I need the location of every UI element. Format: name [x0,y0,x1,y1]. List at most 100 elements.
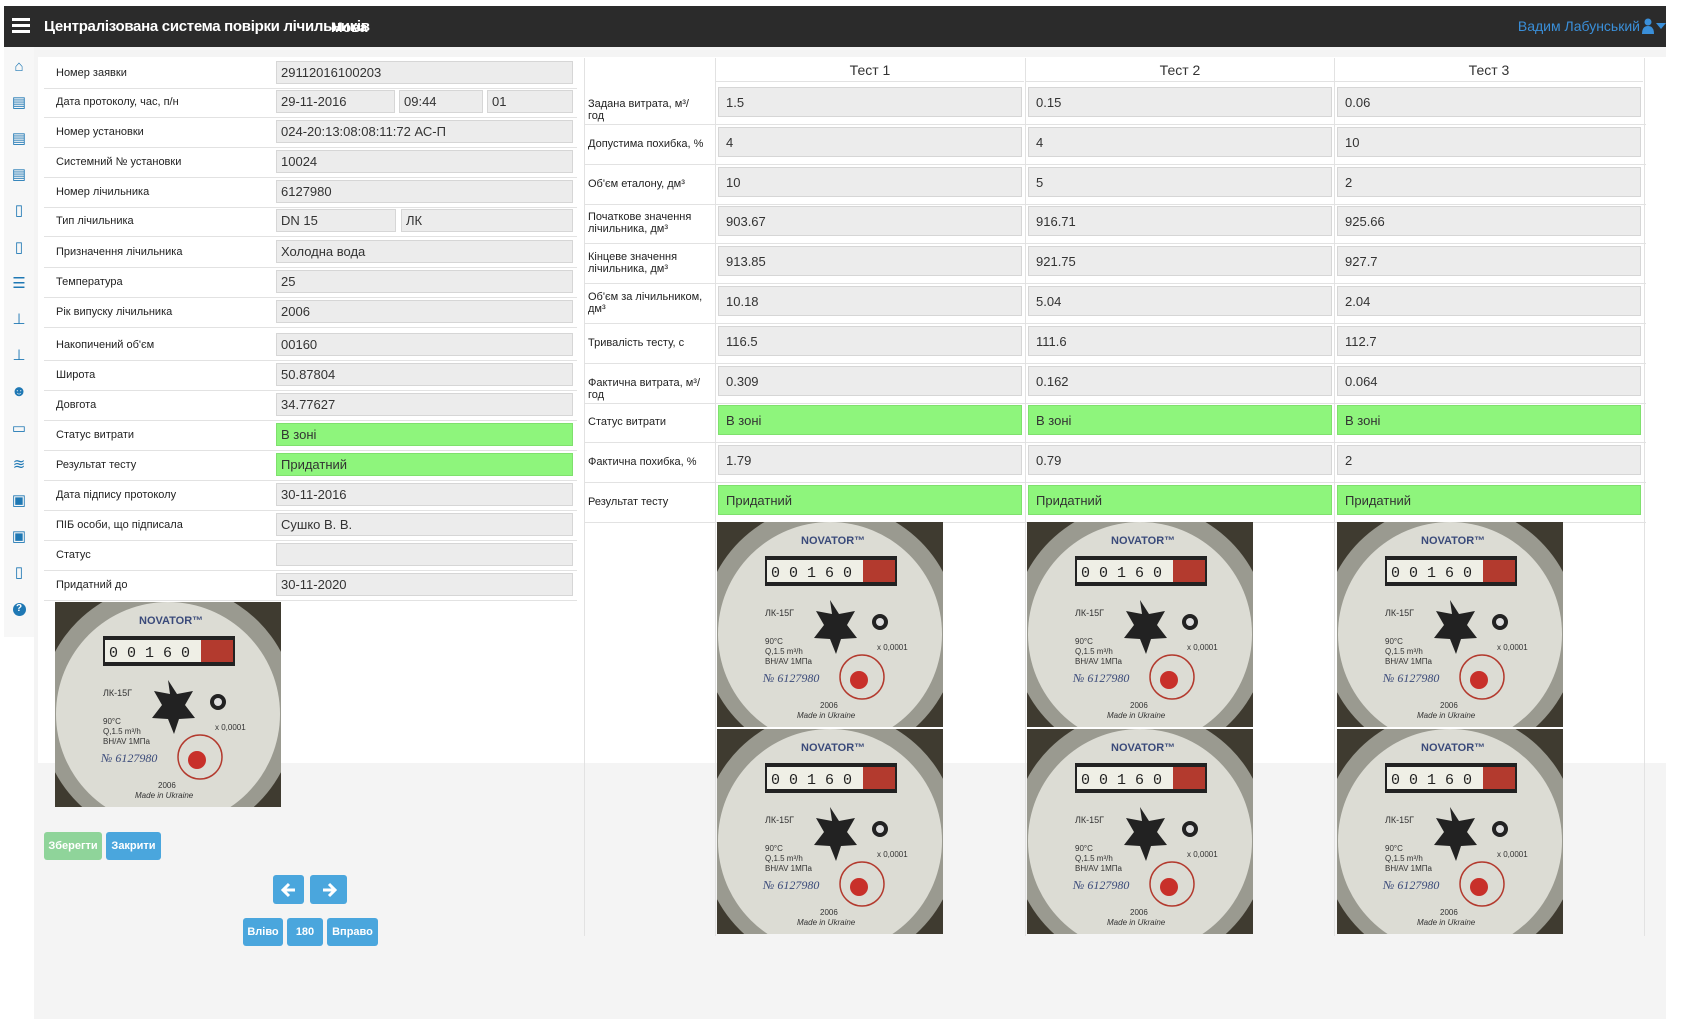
test-value-field[interactable]: 925.66 [1337,206,1641,237]
sidebar-item-3[interactable]: ▤ [4,121,34,155]
test-meter-photo[interactable]: NOVATOR™ 0 0 1 6 0 ЛК-15Г 90°C Q,1.5 m³/… [717,729,943,934]
test-meter-photo[interactable]: NOVATOR™ 0 0 1 6 0 ЛК-15Г 90°C Q,1.5 m³/… [717,522,943,727]
test-value-field[interactable]: 112.7 [1337,325,1641,356]
prev-photo-button[interactable] [273,875,304,904]
test-value-field[interactable]: 0.064 [1337,365,1641,396]
form-field[interactable]: Сушко В. В. [276,513,573,536]
form-field[interactable]: ЛК [401,209,573,232]
test-value-field[interactable]: 10 [718,166,1022,197]
test-value-field[interactable]: 921.75 [1028,246,1332,277]
form-row: Результат тесту Придатний [44,451,577,481]
sidebar-item-9[interactable]: ⊥ [4,339,34,373]
form-field[interactable]: 01 [487,90,573,113]
form-field[interactable]: DN 15 [276,209,396,232]
sidebar-item-16[interactable]: ? [4,592,34,626]
form-field[interactable]: 00160 [276,333,573,356]
test-value-field[interactable]: 2.04 [1337,286,1641,316]
test-value-field[interactable]: 4 [718,126,1022,157]
form-field[interactable]: 10024 [276,150,573,173]
sidebar-item-14[interactable]: ▣ [4,520,34,554]
test-value-field[interactable]: 927.7 [1337,246,1641,277]
form-field[interactable] [276,543,573,566]
form-field[interactable]: 34.77627 [276,393,573,416]
test-value-field[interactable]: 0.162 [1028,365,1332,396]
test-row: Допустима похибка, % 4 4 10 [584,124,1646,165]
form-field[interactable]: 09:44 [399,90,483,113]
sidebar-item-6[interactable]: ▯ [4,230,34,264]
form-field[interactable]: 30-11-2020 [276,573,573,596]
rotate-left-button[interactable]: Вліво [243,918,283,946]
menu-toggle-icon[interactable] [12,15,30,37]
test-meter-photo[interactable]: NOVATOR™ 0 0 1 6 0 ЛК-15Г 90°C Q,1.5 m³/… [1027,729,1253,934]
test-meter-photo[interactable]: NOVATOR™ 0 0 1 6 0 ЛК-15Г 90°C Q,1.5 m³/… [1337,522,1563,727]
next-photo-button[interactable] [310,875,347,904]
sidebar-item-2[interactable]: ▤ [4,85,34,119]
close-button[interactable]: Закрити [106,832,161,860]
test-meter-photo[interactable]: NOVATOR™ 0 0 1 6 0 ЛК-15Г 90°C Q,1.5 m³/… [1337,729,1563,934]
test-value-field[interactable]: 0.309 [718,365,1022,396]
form-field[interactable]: 25 [276,270,573,293]
test-value-field[interactable]: 5.04 [1028,286,1332,316]
form-field[interactable]: 29112016100203 [276,61,573,84]
user-icon[interactable] [1642,18,1654,34]
test-value-field[interactable]: 903.67 [718,206,1022,237]
sidebar-item-8[interactable]: ⊥ [4,302,34,336]
sidebar-item-1[interactable]: ⌂ [4,49,34,83]
app-title[interactable]: Централізована система повірки лічильник… [44,18,370,35]
test-value-field[interactable]: В зоні [1337,405,1641,436]
test-value-field[interactable]: 10.18 [718,286,1022,316]
sidebar-item-10[interactable]: ☻ [4,375,34,409]
rotate-right-button[interactable]: Вправо [327,918,378,946]
sidebar-item-11[interactable]: ▭ [4,411,34,445]
form-field[interactable]: 50.87804 [276,363,573,386]
sidebar-item-12[interactable]: ≋ [4,447,34,481]
sidebar-item-5[interactable]: ▯ [4,194,34,228]
rotate-180-button[interactable]: 180 [287,918,323,946]
main-meter-photo[interactable]: NOVATOR™ 0 0 1 6 0 ЛК-15Г 90°C Q,1.5 m³/… [55,602,281,807]
test-value-field[interactable]: 916.71 [1028,206,1332,237]
sidebar-item-7[interactable]: ☰ [4,266,34,300]
test-value-field[interactable]: В зоні [718,405,1022,436]
svg-text:№ 6127980: № 6127980 [762,671,819,685]
user-menu[interactable]: Вадим Лабунський [1518,18,1640,34]
test-value-field[interactable]: 913.85 [718,246,1022,277]
test-value-field[interactable]: 10 [1337,126,1641,157]
test-value-field[interactable]: 0.15 [1028,87,1332,117]
form-row: Номер лічильника 6127980 [44,178,577,208]
test-value-field[interactable]: 5 [1028,166,1332,197]
form-field[interactable]: 30-11-2016 [276,483,573,506]
test-value-field[interactable]: В зоні [1028,405,1332,436]
form-field[interactable]: В зоні [276,423,573,446]
svg-text:0 0 1 6 0: 0 0 1 6 0 [1391,772,1472,789]
test-value-field[interactable]: 2 [1337,166,1641,197]
svg-text:№ 6127980: № 6127980 [100,751,157,765]
test-value-field[interactable]: 116.5 [718,325,1022,356]
sidebar-item-15[interactable]: ▯ [4,556,34,590]
test-value-field[interactable]: 0.79 [1028,445,1332,476]
test-value-field[interactable]: 1.79 [718,445,1022,476]
test-value-field[interactable]: Придатний [718,485,1022,515]
test-value-field[interactable]: 111.6 [1028,325,1332,356]
form-field[interactable]: 29-11-2016 [276,90,395,113]
test-value-field[interactable]: Придатний [1337,485,1641,515]
test-value-field[interactable]: 4 [1028,126,1332,157]
form-field[interactable]: Придатний [276,453,573,476]
form-field[interactable]: 2006 [276,300,573,323]
sidebar-item-4[interactable]: ▤ [4,158,34,192]
save-button[interactable]: Зберегти [44,832,102,860]
form-row: Температура 25 [44,268,577,298]
test-value-field[interactable]: Придатний [1028,485,1332,515]
svg-text:x 0,0001: x 0,0001 [877,850,908,859]
test-value-field[interactable]: 1.5 [718,87,1022,117]
form-field[interactable]: 024-20:13:08:08:11:72 АС-П [276,120,573,143]
test-row: Задана витрата, м³/год 1.5 0.15 0.06 [584,84,1646,125]
chevron-down-icon[interactable] [1656,23,1666,29]
test-value-field[interactable]: 2 [1337,445,1641,476]
sidebar-item-13[interactable]: ▣ [4,483,34,517]
test-meter-photo[interactable]: NOVATOR™ 0 0 1 6 0 ЛК-15Г 90°C Q,1.5 m³/… [1027,522,1253,727]
test-value-field[interactable]: 0.06 [1337,87,1641,117]
form-field[interactable]: Холодна вода [276,240,573,263]
database-icon: ≋ [12,455,26,473]
language-menu[interactable]: Мова [331,19,367,35]
form-field[interactable]: 6127980 [276,180,573,203]
